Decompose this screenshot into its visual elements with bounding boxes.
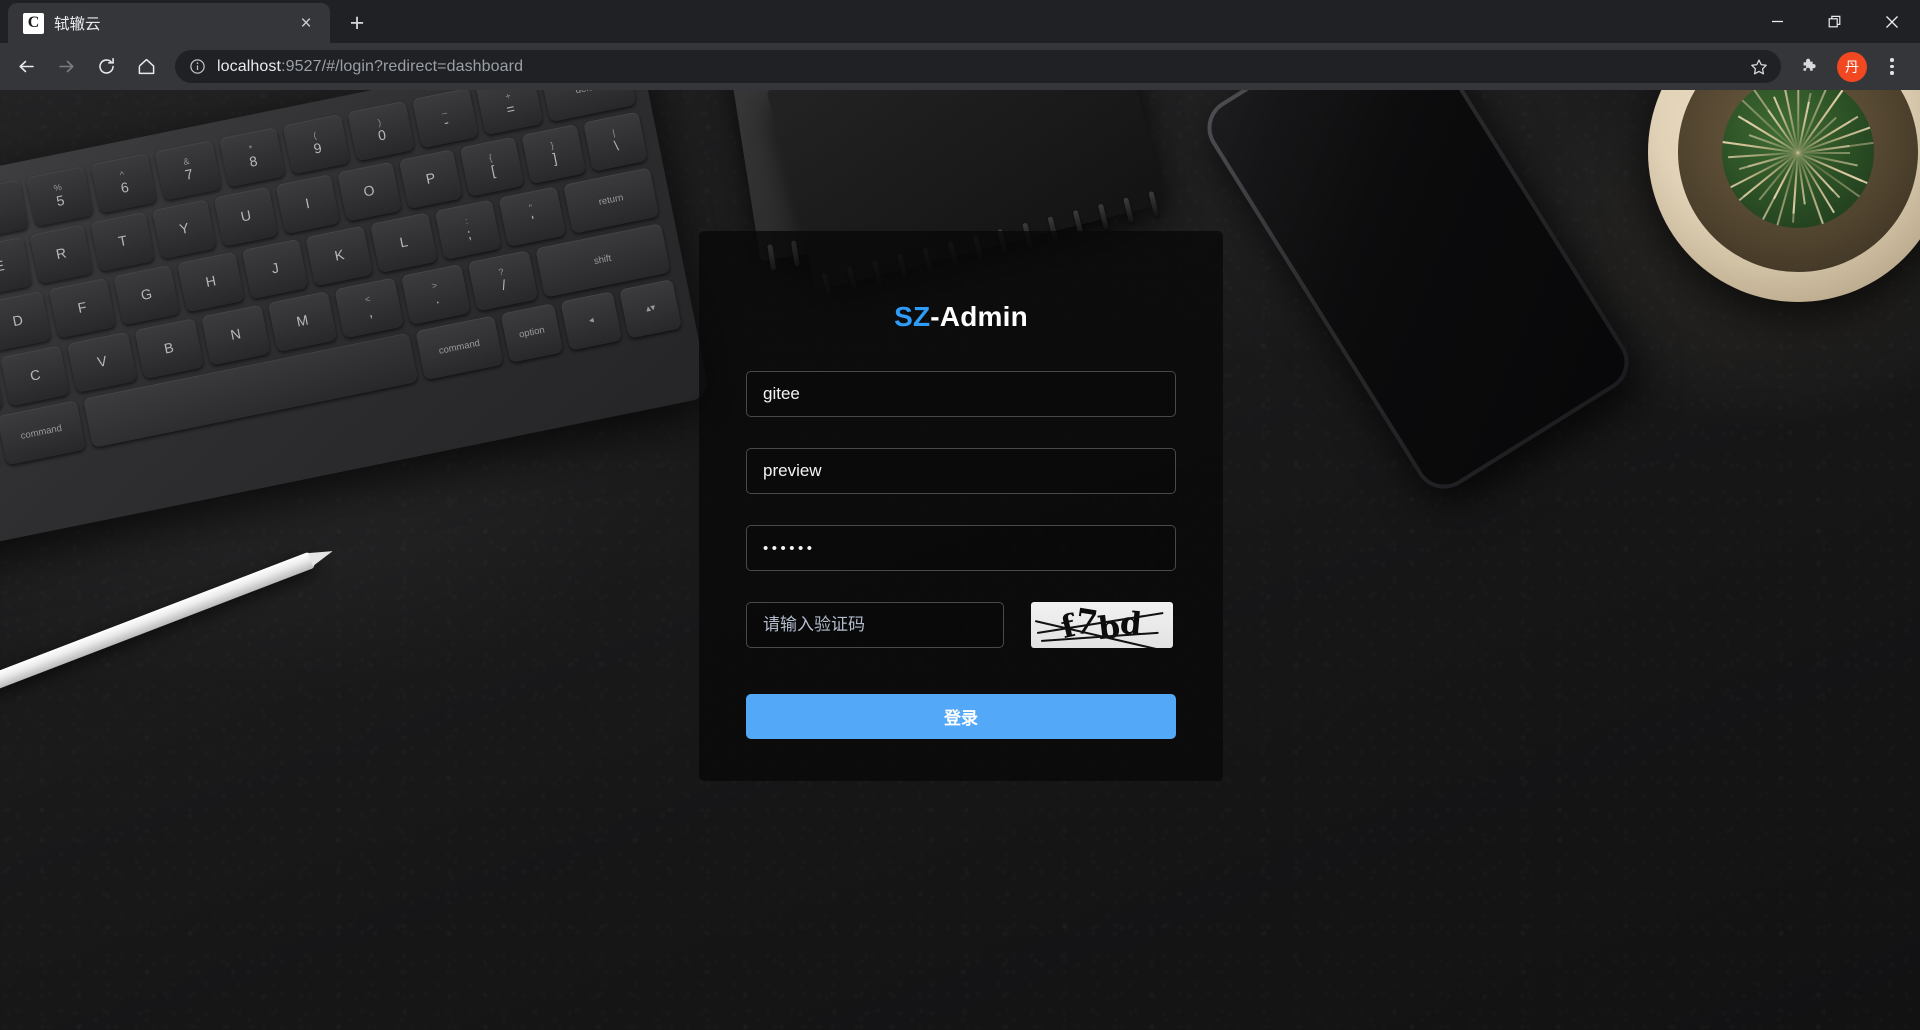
captcha-input[interactable] bbox=[746, 602, 1004, 648]
captcha-row: f7bd bbox=[746, 602, 1176, 648]
three-dot-menu-icon[interactable] bbox=[1875, 50, 1909, 84]
login-submit-button[interactable]: 登录 bbox=[746, 694, 1176, 739]
captcha-image[interactable]: f7bd bbox=[1031, 602, 1173, 648]
url-host: localhost bbox=[217, 57, 282, 75]
home-icon[interactable] bbox=[127, 48, 165, 86]
site-info-icon[interactable] bbox=[189, 58, 206, 75]
bookmark-star-icon[interactable] bbox=[1743, 51, 1775, 83]
address-bar[interactable]: localhost:9527/#/login?redirect=dashboar… bbox=[175, 50, 1781, 83]
browser-toolbar: localhost:9527/#/login?redirect=dashboar… bbox=[0, 43, 1920, 90]
brand-title: SZ-Admin bbox=[894, 301, 1028, 333]
new-tab-button[interactable]: + bbox=[339, 5, 375, 41]
profile-avatar[interactable]: 丹 bbox=[1837, 51, 1867, 82]
minimize-icon[interactable] bbox=[1749, 0, 1806, 43]
reload-icon[interactable] bbox=[87, 48, 125, 86]
forward-arrow-icon bbox=[47, 48, 85, 86]
tab-favicon-icon: C bbox=[23, 12, 44, 34]
tenant-input[interactable] bbox=[746, 371, 1176, 417]
login-panel: SZ-Admin f7bd 登录 bbox=[699, 231, 1223, 781]
password-input[interactable] bbox=[746, 525, 1176, 571]
close-icon[interactable] bbox=[1863, 0, 1920, 43]
address-bar-url: localhost:9527/#/login?redirect=dashboar… bbox=[217, 58, 1732, 76]
browser-tab[interactable]: C 轼辙云 × bbox=[8, 3, 330, 43]
page-viewport: @2 #3 $4 %5 ^6 &7 *8 (9 )0 _- += delete … bbox=[0, 90, 1920, 1030]
tab-title: 轼辙云 bbox=[54, 16, 101, 33]
restore-icon[interactable] bbox=[1806, 0, 1863, 43]
window-controls bbox=[1749, 0, 1920, 43]
brand-accent: SZ bbox=[894, 301, 931, 332]
puzzle-piece-icon[interactable] bbox=[1793, 50, 1827, 84]
browser-window: C 轼辙云 × + localhost:9527/#/login?redirec… bbox=[0, 0, 1920, 1030]
brand-rest: -Admin bbox=[930, 301, 1028, 332]
captcha-code-text: f7bd bbox=[1057, 602, 1145, 648]
brand-header: SZ-Admin bbox=[746, 275, 1176, 359]
username-input[interactable] bbox=[746, 448, 1176, 494]
tab-close-icon[interactable]: × bbox=[293, 10, 319, 36]
url-path: :9527/#/login?redirect=dashboard bbox=[281, 57, 524, 75]
tab-strip: C 轼辙云 × + bbox=[0, 0, 1920, 43]
back-arrow-icon[interactable] bbox=[7, 48, 45, 86]
